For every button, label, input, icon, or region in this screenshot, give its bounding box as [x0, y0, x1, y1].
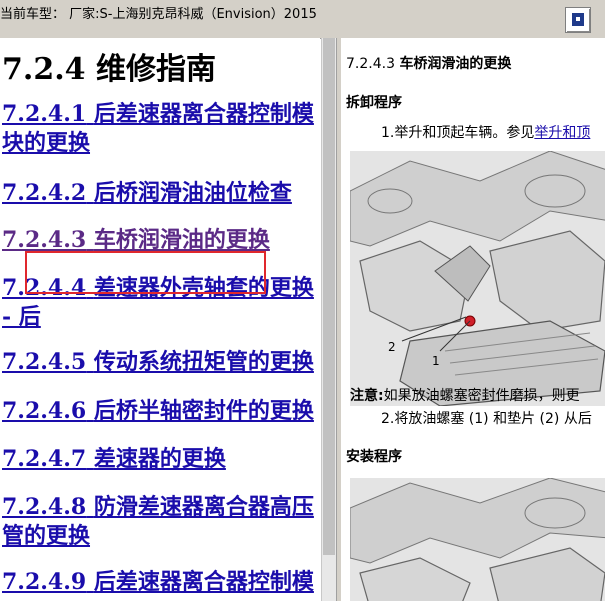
install-figure [350, 478, 605, 601]
step-2: 2.将放油螺塞 (1) 和垫片 (2) 从后 [381, 411, 592, 427]
window-toggle-icon [572, 13, 584, 26]
toc-link-7-2-4-7[interactable]: 7.2.4.7 差速器的更换 [2, 445, 318, 474]
drain-plug-figure: 2 1 [350, 151, 605, 406]
content-pane: 7.2.4.3 车桥润滑油的更换 拆卸程序 1.举升和顶起车辆。参见举升和顶 2… [341, 38, 605, 601]
callout-2: 2 [388, 340, 396, 354]
toc-link-7-2-4-2[interactable]: 7.2.4.2 后桥润滑油油位检查 [2, 179, 318, 208]
toc-scrollbar[interactable] [321, 38, 336, 601]
toc-link-7-2-4-8[interactable]: 7.2.4.8 防滑差速器离合器高压管的更换 [2, 493, 318, 551]
toc-link-7-2-4-9[interactable]: 7.2.4.9 后差速器离合器控制模 [2, 568, 318, 597]
selection-highlight-box [25, 251, 266, 294]
step-1: 1.举升和顶起车辆。参见举升和顶 [381, 125, 591, 141]
note: 注意:如果放油螺塞密封件磨损，则更 [350, 388, 580, 404]
callout-1: 1 [432, 354, 440, 368]
scrollbar-thumb[interactable] [323, 38, 335, 555]
removal-heading: 拆卸程序 [346, 95, 402, 111]
toc-link-7-2-4-6[interactable]: 7.2.4.6 后桥半轴密封件的更换 [2, 397, 318, 426]
toc-link-7-2-4-5[interactable]: 7.2.4.5 传动系统扭矩管的更换 [2, 348, 318, 377]
window-title: 当前车型： 厂家:S-上海别克昂科威（Envision）2015 [0, 7, 317, 22]
title-bar: 当前车型： 厂家:S-上海别克昂科威（Envision）2015 [0, 0, 605, 39]
page-title: 7.2.4 维修指南 [2, 52, 216, 87]
toc-pane: 7.2.4 维修指南 7.2.4.1 后差速器离合器控制模块的更换 7.2.4.… [0, 38, 320, 601]
section-title: 7.2.4.3 车桥润滑油的更换 [346, 56, 512, 72]
lift-vehicle-link[interactable]: 举升和顶 [534, 125, 590, 141]
toc-link-7-2-4-1[interactable]: 7.2.4.1 后差速器离合器控制模块的更换 [2, 100, 318, 158]
install-heading: 安装程序 [346, 449, 402, 465]
window-toggle-button[interactable] [565, 7, 591, 33]
